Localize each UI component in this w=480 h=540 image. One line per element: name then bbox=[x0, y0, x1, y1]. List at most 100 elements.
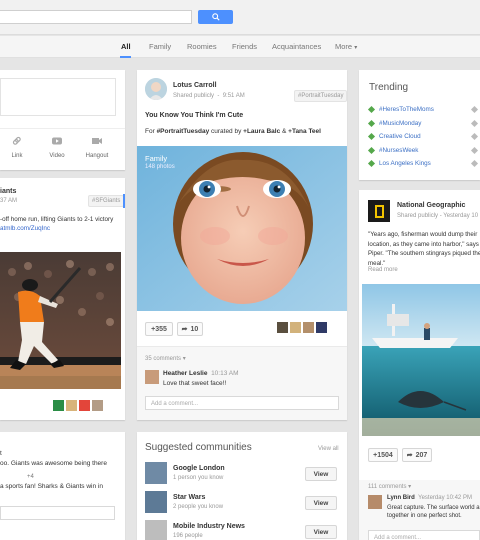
credit-hashtag[interactable]: #PortraitTuesday bbox=[157, 128, 210, 135]
comment-text: Love that sweet face!! bbox=[163, 380, 227, 387]
share-video-action[interactable]: Video bbox=[46, 136, 68, 159]
post-time: 37 AM bbox=[0, 198, 18, 204]
credit-and: & bbox=[280, 128, 289, 135]
post-time[interactable]: Yesterday 10 bbox=[443, 213, 478, 219]
share-arrow-icon: ➦ bbox=[406, 452, 413, 459]
share-input[interactable] bbox=[0, 78, 116, 116]
plus-one-button[interactable]: +355 bbox=[145, 322, 173, 336]
trend-label[interactable]: Creative Cloud bbox=[379, 133, 421, 140]
tab-friends[interactable]: Friends bbox=[232, 42, 257, 51]
comment-text-line: together in one perfect shot. bbox=[387, 513, 462, 519]
tab-acquaintances[interactable]: Acquaintances bbox=[272, 42, 321, 51]
post-card-giants: iants 37 AM #SFGiants -off home run, lif… bbox=[0, 178, 125, 420]
reshare-button[interactable]: ➦ 207 bbox=[402, 448, 432, 462]
community-name[interactable]: Mobile Industry News bbox=[173, 523, 245, 530]
plusoners-avatars[interactable] bbox=[53, 400, 103, 411]
plus-one-button[interactable]: +1504 bbox=[368, 448, 398, 462]
avatar[interactable] bbox=[145, 78, 167, 100]
post-card-natgeo: National Geographic Shared publicly - Ye… bbox=[359, 190, 480, 480]
trend-label[interactable]: #NursesWeek bbox=[379, 147, 418, 154]
link-icon bbox=[12, 136, 21, 145]
hashtag-chip[interactable]: #SFGiants bbox=[88, 195, 125, 207]
share-count: 10 bbox=[190, 325, 199, 333]
view-community-button[interactable]: View bbox=[305, 467, 337, 481]
share-link-action[interactable]: Link bbox=[9, 136, 25, 159]
tab-more[interactable]: More ▾ bbox=[335, 42, 357, 51]
avatar bbox=[66, 400, 77, 411]
community-thumb[interactable] bbox=[145, 491, 167, 513]
trend-up-icon bbox=[367, 132, 376, 141]
avatar bbox=[53, 400, 64, 411]
active-tab-indicator bbox=[120, 56, 131, 58]
avatar bbox=[316, 322, 327, 333]
trend-up-icon bbox=[367, 119, 376, 128]
read-more-link[interactable]: Read more bbox=[368, 267, 398, 273]
add-comment-input[interactable]: Add a comment... bbox=[368, 530, 480, 540]
post-meta: Shared publicly - 9:51 AM bbox=[173, 93, 245, 99]
comment-time: Yesterday 10:42 PM bbox=[418, 495, 472, 501]
post-link[interactable]: atmlb.com/ZuqInc bbox=[0, 224, 125, 233]
community-sub: 1 person you know bbox=[173, 475, 224, 481]
comments-count: 35 comments bbox=[145, 356, 182, 362]
chevron-down-icon: ▾ bbox=[354, 45, 358, 51]
tag-marker bbox=[123, 194, 125, 208]
tab-family[interactable]: Family bbox=[149, 42, 171, 51]
comment-text: Great capture. The surface world a toget… bbox=[387, 504, 480, 520]
post-author[interactable]: Lotus Carroll bbox=[173, 82, 217, 89]
post-author[interactable]: National Geographic bbox=[397, 202, 465, 209]
avatar[interactable] bbox=[145, 370, 159, 384]
hashtag-chip[interactable]: #PortraitTuesday bbox=[294, 90, 347, 102]
credit-person-2[interactable]: +Tana Teel bbox=[288, 128, 321, 135]
trend-dot-icon bbox=[470, 159, 479, 168]
natgeo-comments: 111 comments ▾ Lynn Bird Yesterday 10:42… bbox=[359, 480, 480, 540]
visibility-label: Shared publicly bbox=[173, 93, 215, 99]
post-photo[interactable] bbox=[362, 284, 480, 436]
chevron-down-icon: ▾ bbox=[182, 356, 186, 362]
baseball-photo[interactable] bbox=[0, 252, 121, 389]
comment-plus-count[interactable]: +4 bbox=[27, 474, 34, 480]
view-community-button[interactable]: View bbox=[305, 496, 337, 510]
add-comment-input[interactable]: Add a comment... bbox=[145, 396, 339, 410]
reshare-button[interactable]: ➦ 10 bbox=[177, 322, 203, 336]
tab-all[interactable]: All bbox=[121, 42, 131, 51]
comments-toggle[interactable]: 111 comments ▾ bbox=[368, 483, 411, 490]
comment-author[interactable]: Heather Leslie bbox=[163, 370, 207, 377]
comment-text: a sports fan! Sharks & Giants win in bbox=[0, 483, 103, 490]
view-community-button[interactable]: View bbox=[305, 525, 337, 539]
album-photo[interactable]: Family 148 photos bbox=[137, 146, 347, 311]
community-thumb[interactable] bbox=[145, 520, 167, 540]
post-text: "Years ago, fisherman would dump their l… bbox=[368, 230, 480, 268]
search-input[interactable] bbox=[0, 10, 192, 24]
comments-count: 111 comments bbox=[368, 484, 407, 490]
community-thumb[interactable] bbox=[145, 462, 167, 484]
album-title: Family bbox=[145, 154, 168, 163]
comments-toggle[interactable]: 35 comments ▾ bbox=[145, 355, 186, 362]
divider bbox=[0, 128, 125, 129]
share-link-label: Link bbox=[11, 153, 23, 159]
trend-label[interactable]: Los Angeles Kings bbox=[379, 160, 431, 167]
visibility-label: Shared publicly bbox=[397, 213, 439, 219]
share-arrow-icon: ➦ bbox=[181, 326, 188, 333]
share-hangout-action[interactable]: Hangout bbox=[84, 136, 110, 159]
trend-label[interactable]: #MusicMonday bbox=[379, 120, 421, 127]
community-name[interactable]: Google London bbox=[173, 465, 225, 472]
view-all-link[interactable]: View all bbox=[318, 446, 339, 452]
tab-roomies[interactable]: Roomies bbox=[187, 42, 217, 51]
search-button[interactable] bbox=[198, 10, 233, 24]
post-author[interactable]: iants bbox=[0, 188, 16, 195]
plusoners-avatars[interactable] bbox=[277, 322, 327, 333]
trend-dot-icon bbox=[470, 105, 479, 114]
avatar bbox=[290, 322, 301, 333]
comment-text: oo. Giants was awesome being there bbox=[0, 460, 107, 467]
trend-label[interactable]: #HeresToTheMoms bbox=[379, 106, 434, 113]
post-time[interactable]: 9:51 AM bbox=[223, 93, 245, 99]
credit-person-1[interactable]: +Laura Balc bbox=[243, 128, 280, 135]
natgeo-logo-icon bbox=[374, 204, 384, 218]
community-name[interactable]: Star Wars bbox=[173, 494, 205, 501]
comment-author[interactable]: Lynn Bird bbox=[387, 495, 415, 501]
community-sub: 196 people bbox=[173, 533, 203, 539]
add-comment-input[interactable] bbox=[0, 506, 115, 520]
avatar[interactable] bbox=[368, 200, 390, 222]
avatar[interactable] bbox=[368, 495, 382, 509]
post-text-line: location, as they came into harbor," say… bbox=[368, 240, 479, 248]
